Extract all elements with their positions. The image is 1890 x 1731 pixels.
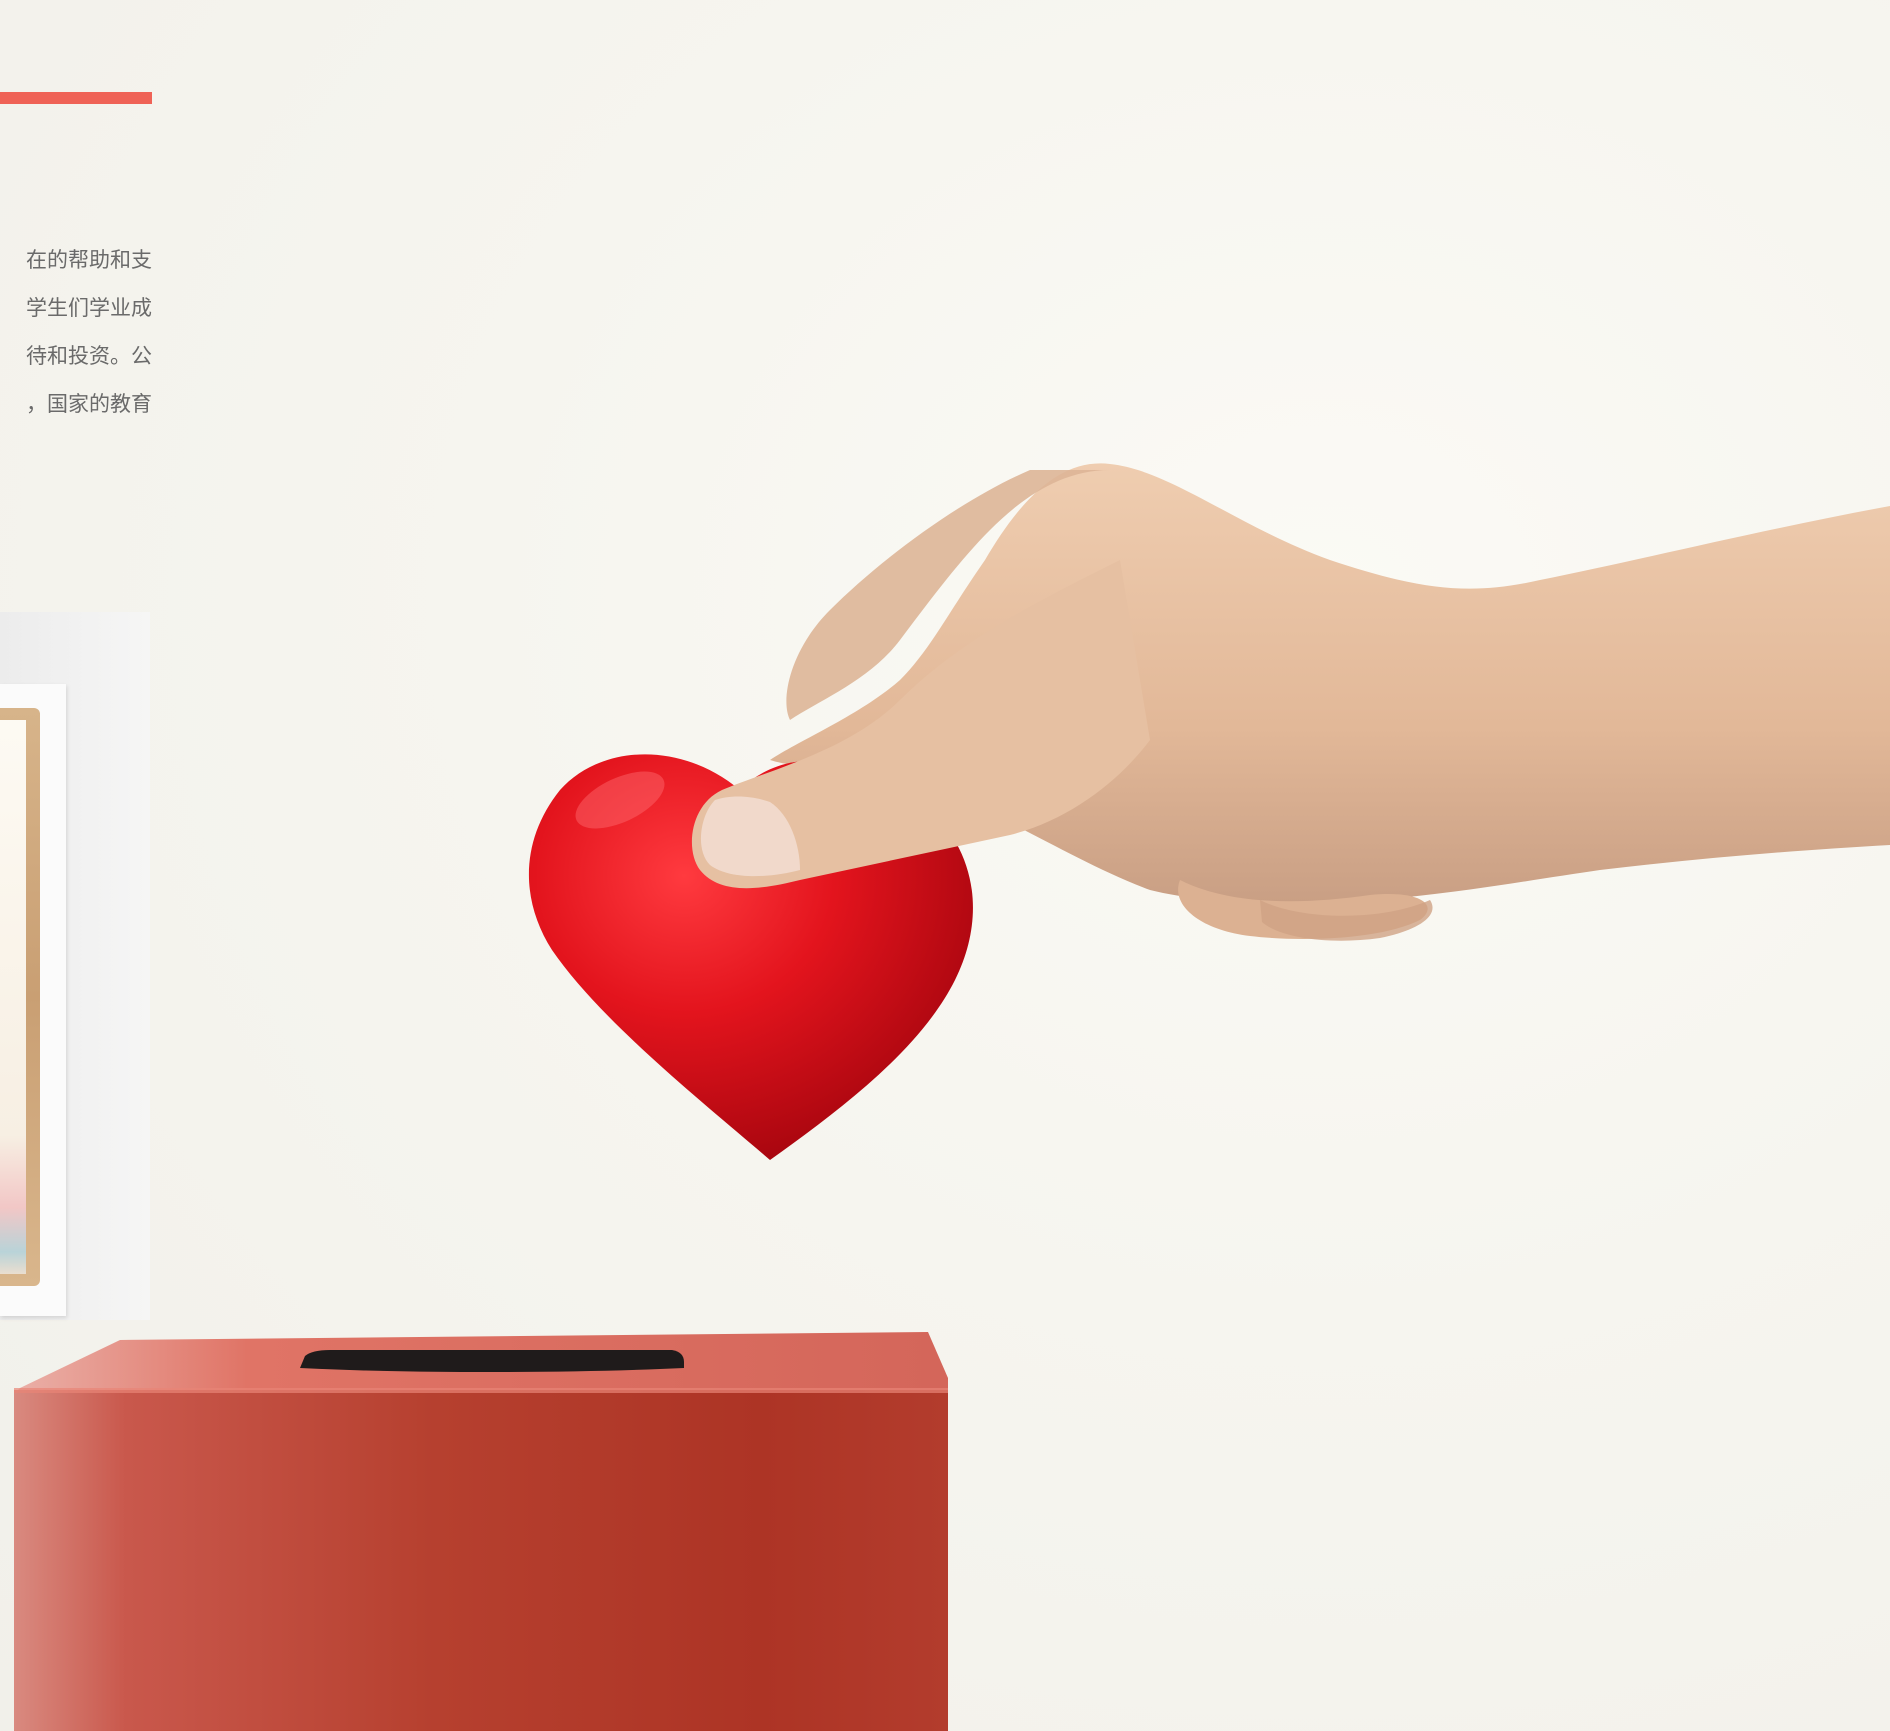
donation-box	[14, 1332, 948, 1731]
paragraph-line: 在的帮助和支	[26, 248, 152, 272]
box-slot	[300, 1350, 684, 1372]
slide-page: 在的帮助和支 学生们学业成 待和投资。公 ，国家的教育	[0, 0, 1890, 1731]
framed-picture-card	[0, 612, 150, 1320]
picture-mat	[0, 684, 66, 1316]
box-front	[14, 1390, 948, 1731]
accent-bar	[0, 92, 152, 104]
paragraph-line: 学生们学业成	[26, 296, 152, 320]
framed-painting	[0, 720, 26, 1274]
left-slide-fragment: 在的帮助和支 学生们学业成 待和投资。公 ，国家的教育	[0, 0, 152, 1731]
paragraph-line: 待和投资。公	[26, 344, 152, 368]
body-paragraph: 在的帮助和支 学生们学业成 待和投资。公 ，国家的教育	[0, 236, 152, 428]
picture-frame	[0, 708, 40, 1286]
donation-photo	[14, 463, 1890, 1731]
paragraph-line: ，国家的教育	[26, 392, 152, 416]
box-edge	[14, 1388, 948, 1393]
